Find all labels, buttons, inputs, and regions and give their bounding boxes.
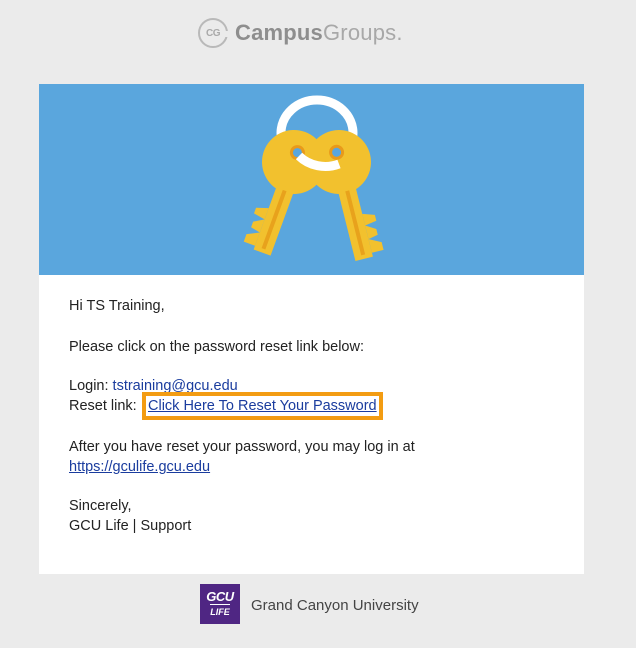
login-label: Login:: [69, 378, 109, 394]
greeting: Hi TS Training,: [69, 298, 165, 314]
logo-mark-text: CG: [206, 27, 221, 39]
gcu-logo-line1: GCU: [206, 588, 234, 604]
brand-bold: Campus: [235, 20, 323, 45]
login-url-line: https://gculife.gcu.edu: [69, 457, 210, 477]
signature: GCU Life | Support: [69, 518, 192, 534]
reset-link-highlight: Click Here To Reset Your Password: [142, 392, 383, 420]
university-name: Grand Canyon University: [251, 597, 419, 614]
gcu-life-logo: GCU LIFE: [200, 584, 240, 624]
reset-line: Reset link: Click Here To Reset Your Pas…: [69, 392, 383, 420]
intro-text: Please click on the password reset link …: [69, 339, 364, 355]
brand-name: CampusGroups.: [235, 20, 403, 46]
reset-password-link[interactable]: Click Here To Reset Your Password: [148, 398, 377, 414]
closing: Sincerely,: [69, 498, 132, 514]
cg-logo-icon: CG: [198, 18, 230, 48]
email-footer: GCU LIFE Grand Canyon University: [0, 574, 636, 648]
reset-label: Reset link:: [69, 398, 137, 414]
after-text: After you have reset your password, you …: [69, 439, 415, 455]
email-card: Hi TS Training, Please click on the pass…: [39, 84, 584, 574]
campusgroups-logo: CG CampusGroups.: [198, 14, 403, 52]
brand-dot: .: [396, 20, 403, 45]
brand-light: Groups: [323, 20, 397, 45]
keys-illustration-icon: [243, 95, 384, 261]
keys-banner: [39, 84, 584, 275]
email-header: CG CampusGroups.: [0, 0, 636, 84]
gcu-logo-line2: LIFE: [210, 603, 230, 619]
gculife-link[interactable]: https://gculife.gcu.edu: [69, 459, 210, 475]
